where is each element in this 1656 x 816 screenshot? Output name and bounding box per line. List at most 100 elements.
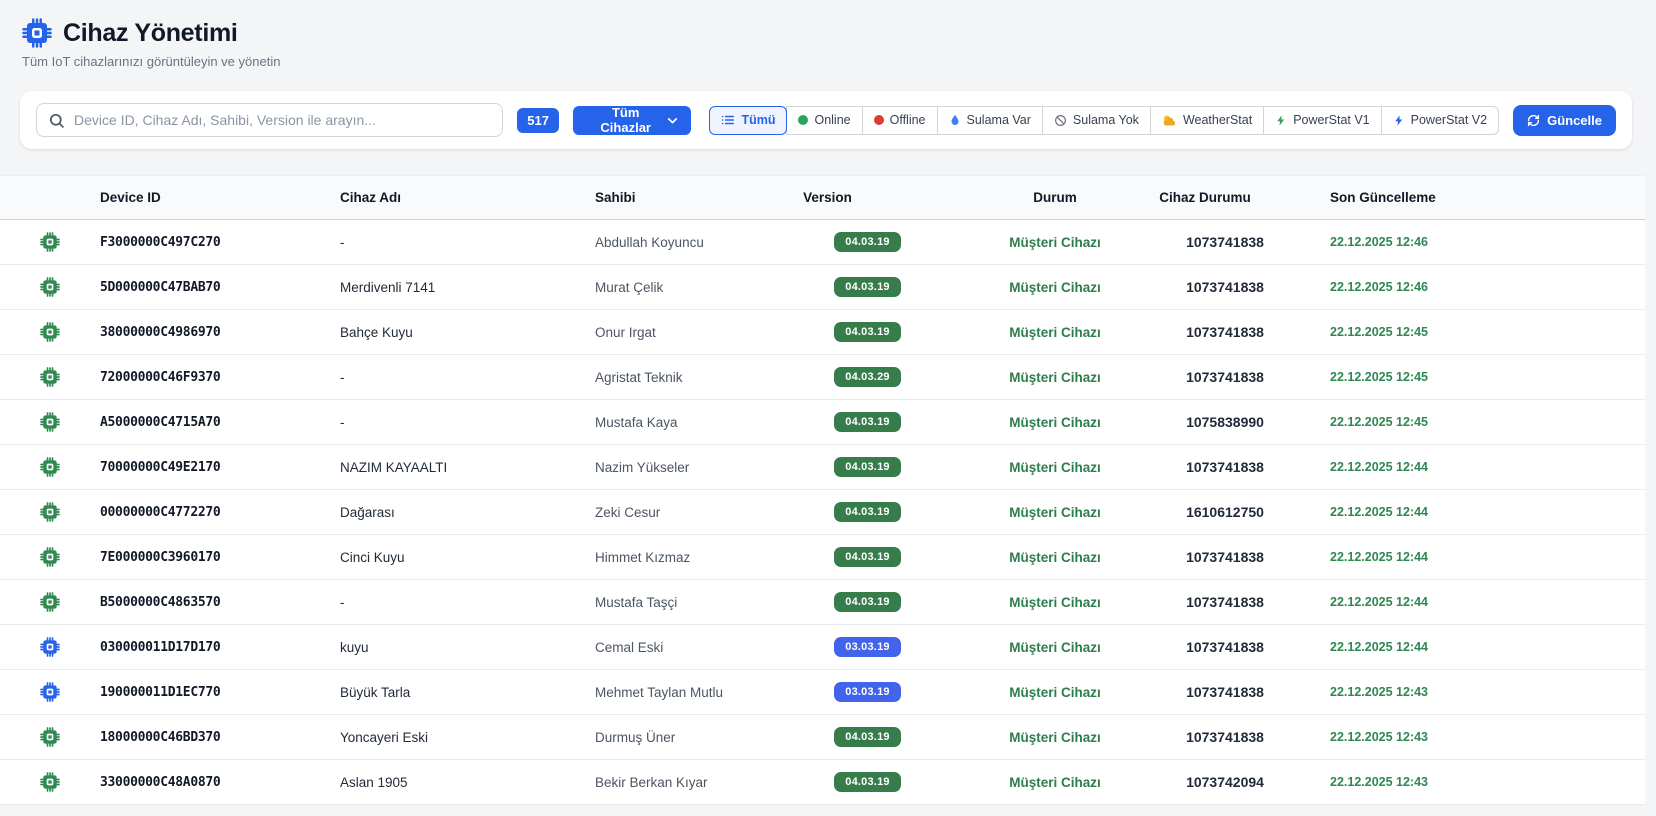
table-row[interactable]: B5000000C4863570-Mustafa Taşçi04.03.19Mü… bbox=[0, 580, 1645, 625]
owner-cell: Mehmet Taylan Mutlu bbox=[595, 685, 780, 700]
device-chip-icon bbox=[40, 637, 60, 657]
device-chip-icon bbox=[40, 772, 60, 792]
owner-cell: Nazim Yükseler bbox=[595, 460, 780, 475]
device-name-cell: - bbox=[340, 415, 595, 430]
device-name-cell: - bbox=[340, 370, 595, 385]
version-badge: 04.03.19 bbox=[834, 547, 900, 567]
filter-label: Online bbox=[814, 113, 850, 127]
owner-cell: Cemal Eski bbox=[595, 640, 780, 655]
device-status-cell: 1073741838 bbox=[1155, 234, 1295, 250]
table-row[interactable]: F3000000C497C270-Abdullah Koyuncu04.03.1… bbox=[0, 220, 1645, 265]
device-id-cell: 33000000C48A0870 bbox=[100, 775, 340, 790]
col-header-sahibi: Sahibi bbox=[595, 190, 780, 205]
device-status-cell: 1073741838 bbox=[1155, 279, 1295, 295]
status-cell: Müşteri Cihazı bbox=[955, 640, 1155, 655]
last-update-cell: 22.12.2025 12:45 bbox=[1295, 370, 1645, 384]
filter-button-sulama-yok[interactable]: Sulama Yok bbox=[1042, 106, 1151, 135]
device-chip-icon bbox=[40, 502, 60, 522]
table-row[interactable]: 7E000000C3960170Cinci KuyuHimmet Kızmaz0… bbox=[0, 535, 1645, 580]
device-name-cell: Aslan 1905 bbox=[340, 775, 595, 790]
device-status-cell: 1073741838 bbox=[1155, 549, 1295, 565]
device-chip-icon bbox=[40, 682, 60, 702]
device-name-cell: kuyu bbox=[340, 640, 595, 655]
status-cell: Müşteri Cihazı bbox=[955, 235, 1155, 250]
search-icon bbox=[48, 112, 65, 129]
bolt-blue-icon bbox=[1393, 114, 1405, 127]
device-table: Device ID Cihaz Adı Sahibi Version Durum… bbox=[0, 175, 1645, 805]
filter-label: Offline bbox=[890, 113, 926, 127]
version-badge: 04.03.19 bbox=[834, 232, 900, 252]
page-title: Cihaz Yönetimi bbox=[63, 19, 238, 48]
filter-button-all[interactable]: Tümü bbox=[709, 106, 787, 135]
last-update-cell: 22.12.2025 12:44 bbox=[1295, 460, 1645, 474]
last-update-cell: 22.12.2025 12:44 bbox=[1295, 505, 1645, 519]
filter-button-powerstat-v2[interactable]: PowerStat V2 bbox=[1381, 106, 1499, 135]
table-body: F3000000C497C270-Abdullah Koyuncu04.03.1… bbox=[0, 220, 1645, 805]
table-row[interactable]: 18000000C46BD370Yoncayeri EskiDurmuş Üne… bbox=[0, 715, 1645, 760]
online-dot-icon bbox=[798, 115, 808, 125]
device-status-cell: 1073742094 bbox=[1155, 774, 1295, 790]
filter-button-powerstat-v1[interactable]: PowerStat V1 bbox=[1263, 106, 1381, 135]
device-status-cell: 1073741838 bbox=[1155, 594, 1295, 610]
owner-cell: Bekir Berkan Kıyar bbox=[595, 775, 780, 790]
version-badge: 04.03.19 bbox=[834, 322, 900, 342]
device-id-cell: 00000000C4772270 bbox=[100, 505, 340, 520]
col-header-version: Version bbox=[803, 190, 852, 205]
owner-cell: Onur Irgat bbox=[595, 325, 780, 340]
device-id-cell: 030000011D17D170 bbox=[100, 640, 340, 655]
filter-button-weatherstat[interactable]: WeatherStat bbox=[1150, 106, 1264, 135]
table-row[interactable]: 72000000C46F9370-Agristat Teknik04.03.29… bbox=[0, 355, 1645, 400]
search-input[interactable] bbox=[74, 112, 491, 128]
ban-icon bbox=[1054, 114, 1067, 127]
device-chip-icon bbox=[40, 592, 60, 612]
col-header-cihaz-durumu: Cihaz Durumu bbox=[1159, 190, 1251, 205]
last-update-cell: 22.12.2025 12:46 bbox=[1295, 280, 1645, 294]
filter-button-sulama-var[interactable]: Sulama Var bbox=[937, 106, 1043, 135]
refresh-button[interactable]: Güncelle bbox=[1513, 105, 1616, 136]
version-badge: 04.03.19 bbox=[834, 592, 900, 612]
status-cell: Müşteri Cihazı bbox=[955, 595, 1155, 610]
status-cell: Müşteri Cihazı bbox=[955, 730, 1155, 745]
device-status-cell: 1073741838 bbox=[1155, 369, 1295, 385]
device-name-cell: Cinci Kuyu bbox=[340, 550, 595, 565]
table-row[interactable]: 030000011D17D170kuyuCemal Eski03.03.19Mü… bbox=[0, 625, 1645, 670]
bolt-green-icon bbox=[1275, 114, 1287, 127]
device-id-cell: 7E000000C3960170 bbox=[100, 550, 340, 565]
owner-cell: Zeki Cesur bbox=[595, 505, 780, 520]
version-badge: 03.03.19 bbox=[834, 682, 900, 702]
offline-dot-icon bbox=[874, 115, 884, 125]
sun-cloud-icon bbox=[1162, 114, 1177, 127]
filter-label: Sulama Yok bbox=[1073, 113, 1139, 127]
table-row[interactable]: A5000000C4715A70-Mustafa Kaya04.03.19Müş… bbox=[0, 400, 1645, 445]
device-chip-icon bbox=[40, 322, 60, 342]
status-cell: Müşteri Cihazı bbox=[955, 370, 1155, 385]
status-cell: Müşteri Cihazı bbox=[955, 505, 1155, 520]
device-status-cell: 1073741838 bbox=[1155, 459, 1295, 475]
status-cell: Müşteri Cihazı bbox=[955, 460, 1155, 475]
device-count-badge: 517 bbox=[517, 108, 559, 133]
table-row[interactable]: 70000000C49E2170NAZIM KAYAALTINazim Yüks… bbox=[0, 445, 1645, 490]
table-header-row: Device ID Cihaz Adı Sahibi Version Durum… bbox=[0, 175, 1645, 220]
device-id-cell: 70000000C49E2170 bbox=[100, 460, 340, 475]
filter-button-offline[interactable]: Offline bbox=[862, 106, 938, 135]
device-id-cell: 5D000000C47BAB70 bbox=[100, 280, 340, 295]
table-row[interactable]: 38000000C4986970Bahçe KuyuOnur Irgat04.0… bbox=[0, 310, 1645, 355]
table-row[interactable]: 190000011D1EC770Büyük TarlaMehmet Taylan… bbox=[0, 670, 1645, 715]
owner-cell: Abdullah Koyuncu bbox=[595, 235, 780, 250]
device-name-cell: NAZIM KAYAALTI bbox=[340, 460, 595, 475]
owner-cell: Mustafa Kaya bbox=[595, 415, 780, 430]
version-badge: 04.03.29 bbox=[834, 367, 900, 387]
version-badge: 04.03.19 bbox=[834, 457, 900, 477]
filter-group: Tümü Online Offline Sulama Var Sulama Yok Wea… bbox=[709, 106, 1499, 135]
cpu-chip-icon bbox=[22, 18, 52, 48]
table-row[interactable]: 33000000C48A0870Aslan 1905Bekir Berkan K… bbox=[0, 760, 1645, 805]
status-cell: Müşteri Cihazı bbox=[955, 685, 1155, 700]
device-chip-icon bbox=[40, 412, 60, 432]
table-row[interactable]: 5D000000C47BAB70Merdivenli 7141Murat Çel… bbox=[0, 265, 1645, 310]
filter-button-online[interactable]: Online bbox=[786, 106, 862, 135]
table-row[interactable]: 00000000C4772270DağarasıZeki Cesur04.03.… bbox=[0, 490, 1645, 535]
toolbar: 517 Tüm Cihazlar Tümü Online Offline Sulama… bbox=[20, 91, 1632, 149]
owner-cell: Agristat Teknik bbox=[595, 370, 780, 385]
col-header-son-guncelleme: Son Güncelleme bbox=[1295, 190, 1645, 205]
device-type-dropdown[interactable]: Tüm Cihazlar bbox=[573, 106, 691, 135]
